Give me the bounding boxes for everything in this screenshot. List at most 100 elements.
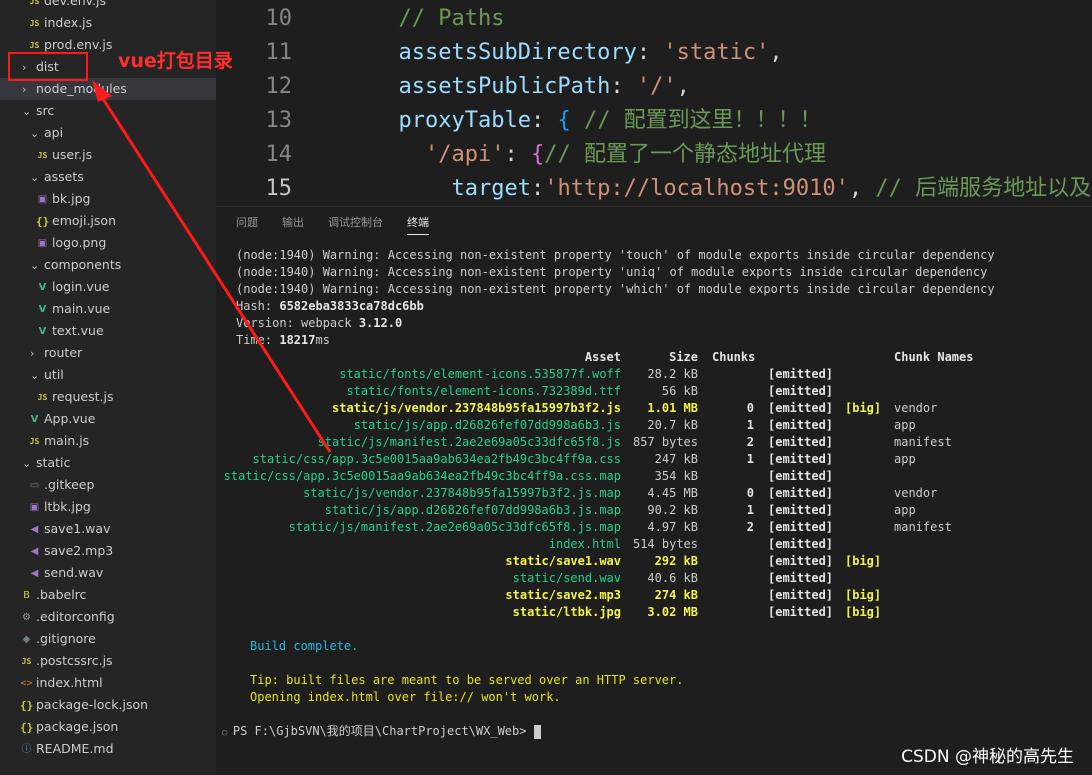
code-token: : (530, 108, 558, 133)
code-line[interactable]: 15 target:'http://localhost:9010', // 后端… (216, 172, 1092, 206)
explorer-item[interactable]: ◀ save2.mp3 (28, 540, 114, 562)
circle-icon: ○ (222, 728, 233, 738)
chevron-down-icon: ⌄ (22, 457, 32, 470)
explorer-item[interactable]: ⌄ static (22, 452, 70, 474)
code-token: : (530, 176, 545, 201)
explorer-item-label: main.vue (52, 301, 111, 316)
explorer-item[interactable]: ▣ bk.jpg (36, 188, 91, 210)
explorer-item[interactable]: ⓘ README.md (20, 738, 114, 760)
explorer-item[interactable]: ▣ ltbk.jpg (28, 496, 91, 518)
explorer-item[interactable]: {} package.json (20, 716, 118, 738)
js-file-icon: JS (37, 150, 48, 160)
asset-emitted: [emitted] (768, 384, 834, 398)
explorer-item[interactable]: ⌄ assets (30, 166, 84, 188)
tab-terminal[interactable]: 终端 (407, 212, 429, 235)
explorer-item[interactable]: JS index.js (28, 12, 93, 34)
code-line[interactable]: 11 assetsSubDirectory: 'static', (216, 36, 1092, 70)
term-span: 6582eba3833ca78dc6bb (279, 299, 424, 313)
image-file-icon: ▣ (37, 193, 48, 205)
asset-emitted: [emitted] (768, 367, 834, 381)
tab-output[interactable]: 输出 (282, 212, 304, 234)
annotation-label: vue打包目录 (118, 50, 233, 72)
json-file-icon: {} (20, 720, 34, 734)
asset-emitted: [emitted] (768, 401, 834, 415)
code-line[interactable]: 14 '/api': {// 配置了一个静态地址代理 (216, 138, 1092, 172)
explorer-item[interactable]: ⌄ api (30, 122, 63, 144)
code-line[interactable]: 10 // Paths (216, 2, 1092, 36)
tab-debug-console[interactable]: 调试控制台 (328, 212, 383, 234)
explorer-item[interactable]: ⌄ components (30, 254, 121, 276)
explorer-item[interactable]: {} emoji.json (36, 210, 116, 232)
js-file-icon: JS (29, 0, 40, 6)
explorer-item[interactable]: ⌄ util (30, 364, 64, 386)
explorer-item[interactable]: ⌄ src (22, 100, 54, 122)
term-span: 3.12.0 (358, 316, 403, 330)
asset-chunk-name: app (894, 418, 916, 432)
explorer-item[interactable]: JS dev.env.js (28, 0, 106, 12)
code-text: assetsPublicPath: '/', (372, 70, 690, 104)
explorer-item-label: .postcssrc.js (36, 653, 113, 668)
explorer-item-label: package.json (36, 719, 119, 734)
explorer-item[interactable]: ⚙ .editorconfig (20, 606, 115, 628)
explorer-item[interactable]: ◀ send.wav (28, 562, 104, 584)
asset-chunks (216, 570, 754, 587)
line-number: 15 (265, 176, 293, 201)
explorer-item[interactable]: Vmain.vue (36, 298, 111, 320)
explorer-item[interactable]: JS user.js (36, 144, 92, 166)
audio-file-icon: ◀ (30, 545, 39, 557)
explorer-item[interactable]: ◀ save1.wav (28, 518, 111, 540)
time-line: Time: 18217ms (236, 332, 330, 349)
tip-line: Tip: built files are meant to be served … (250, 673, 684, 687)
explorer-item-label: node_modules (36, 81, 127, 96)
code-text: // Paths (372, 2, 505, 36)
explorer-item-label: emoji.json (52, 213, 116, 228)
explorer-item[interactable]: JS .postcssrc.js (20, 650, 113, 672)
code-token: // 后端服务地址以及 (875, 176, 1092, 201)
asset-emitted: [emitted] (768, 452, 834, 466)
code-token: '/' (636, 74, 677, 99)
line-number: 12 (265, 74, 293, 99)
vue-file-icon: V (38, 325, 47, 337)
code-text: '/api': {// 配置了一个静态地址代理 (372, 138, 826, 172)
asset-emitted: [emitted] (768, 418, 834, 432)
explorer-item-label: util (44, 367, 64, 382)
html-file-icon: <> (20, 677, 33, 689)
asset-chunks (216, 468, 754, 485)
explorer-item[interactable]: Vtext.vue (36, 320, 104, 342)
explorer-item-label: .gitkeep (44, 477, 95, 492)
explorer-item[interactable]: › node_modules (0, 78, 238, 100)
tab-problems[interactable]: 问题 (236, 212, 258, 234)
explorer-item[interactable]: JS request.js (36, 386, 114, 408)
explorer-item[interactable]: V App.vue (28, 408, 96, 430)
chevron-down-icon: ⌄ (22, 105, 32, 118)
code-token: { (530, 142, 545, 167)
explorer-item-label: bk.jpg (52, 191, 91, 206)
explorer-item[interactable]: ▣ logo.png (36, 232, 106, 254)
explorer-item-label: prod.env.js (44, 37, 113, 52)
explorer-item-label: logo.png (52, 235, 107, 250)
explorer-item[interactable]: {} package-lock.json (20, 694, 148, 716)
explorer-item[interactable]: › router (30, 342, 82, 364)
explorer-item-label: ltbk.jpg (44, 499, 91, 514)
term-span: Hash: (236, 299, 280, 313)
code-editor[interactable]: 10 // Paths 11 assetsSubDirectory: 'stati… (216, 0, 1092, 206)
explorer-item[interactable]: <> index.html (20, 672, 102, 694)
asset-chunks (216, 366, 754, 383)
explorer-item-label: .editorconfig (36, 609, 115, 624)
code-line[interactable]: 13 proxyTable: { // 配置到这里！！！！ (216, 104, 1092, 138)
code-token: assetsPublicPath (372, 74, 611, 99)
explorer-item[interactable]: ▭ .gitkeep (28, 474, 95, 496)
asset-chunks: 1 (746, 418, 754, 432)
explorer-item[interactable]: B .babelrc (20, 584, 86, 606)
term-span: Time: (236, 333, 280, 347)
term-span: Version: webpack (236, 316, 359, 330)
code-token: , (676, 74, 690, 99)
code-token: 'http://localhost:9010' (544, 176, 849, 201)
code-line[interactable]: 12 assetsPublicPath: '/', (216, 70, 1092, 104)
js-file-icon: JS (29, 18, 40, 28)
explorer-item[interactable]: JS main.js (28, 430, 90, 452)
explorer-item-label: App.vue (44, 411, 96, 426)
explorer-item[interactable]: Vlogin.vue (36, 276, 110, 298)
explorer-item[interactable]: ◆ .gitignore (20, 628, 96, 650)
